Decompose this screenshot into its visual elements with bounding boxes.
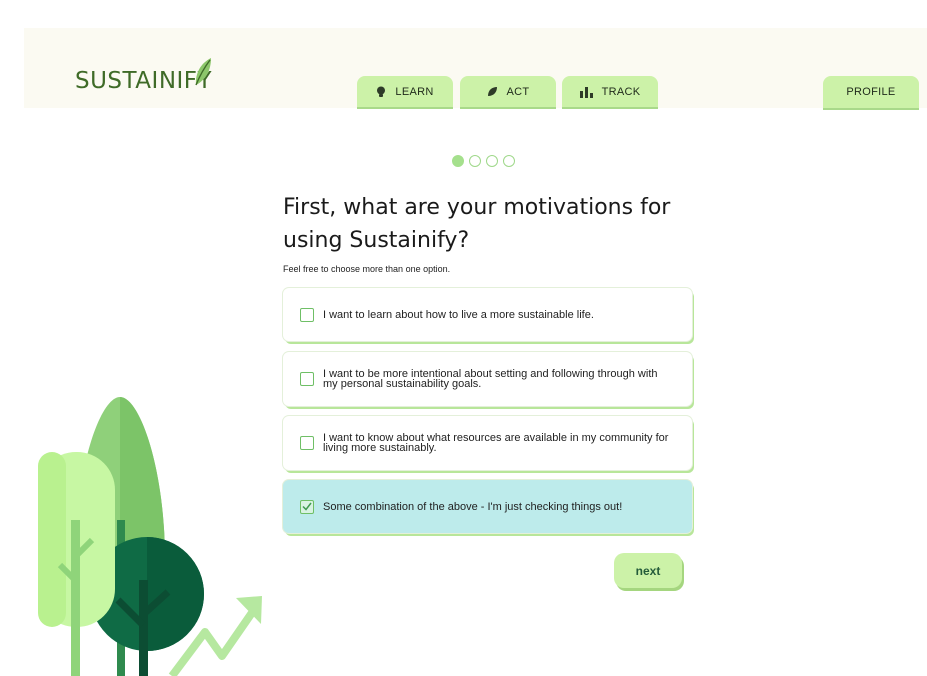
bar-chart-icon xyxy=(579,86,593,98)
tab-learn[interactable]: LEARN xyxy=(357,76,453,107)
next-button[interactable]: next xyxy=(614,553,682,588)
option-community[interactable]: I want to know about what resources are … xyxy=(283,416,692,470)
tab-act-label: ACT xyxy=(506,85,530,98)
tab-track[interactable]: TRACK xyxy=(562,76,658,107)
option-checkbox-checked[interactable] xyxy=(300,499,314,514)
option-checkbox[interactable] xyxy=(300,436,314,450)
tab-track-label: TRACK xyxy=(601,85,641,98)
step-dot-2 xyxy=(469,155,481,167)
checkmark-icon xyxy=(302,502,312,511)
tab-profile[interactable]: PROFILE xyxy=(823,76,919,108)
option-label: Some combination of the above - I'm just… xyxy=(323,500,623,513)
step-dot-4 xyxy=(503,155,515,167)
option-label: I want to know about what resources are … xyxy=(323,432,669,454)
question-title: First, what are your motivations for usi… xyxy=(283,195,671,253)
option-checkbox[interactable] xyxy=(300,307,314,322)
app-frame: SUSTAINIFY LEARN ACT TRACK PROFILE First… xyxy=(24,28,927,676)
tab-act[interactable]: ACT xyxy=(460,76,556,107)
lightbulb-icon xyxy=(376,86,386,98)
option-checkbox[interactable] xyxy=(300,372,314,386)
option-goals[interactable]: I want to be more intentional about sett… xyxy=(283,352,692,406)
option-learn[interactable]: I want to learn about how to live a more… xyxy=(283,288,692,341)
leaf-icon xyxy=(487,86,498,97)
step-dot-1 xyxy=(452,155,464,167)
option-label: I want to be more intentional about sett… xyxy=(323,368,658,390)
option-combination[interactable]: Some combination of the above - I'm just… xyxy=(283,480,692,533)
tab-learn-label: LEARN xyxy=(395,85,434,98)
question-hint: Feel free to choose more than one option… xyxy=(283,264,451,274)
trees-illustration xyxy=(38,397,262,676)
progress-steps xyxy=(452,155,515,167)
option-label: I want to learn about how to live a more… xyxy=(323,308,594,321)
tab-profile-label: PROFILE xyxy=(846,86,896,98)
step-dot-3 xyxy=(486,155,498,167)
